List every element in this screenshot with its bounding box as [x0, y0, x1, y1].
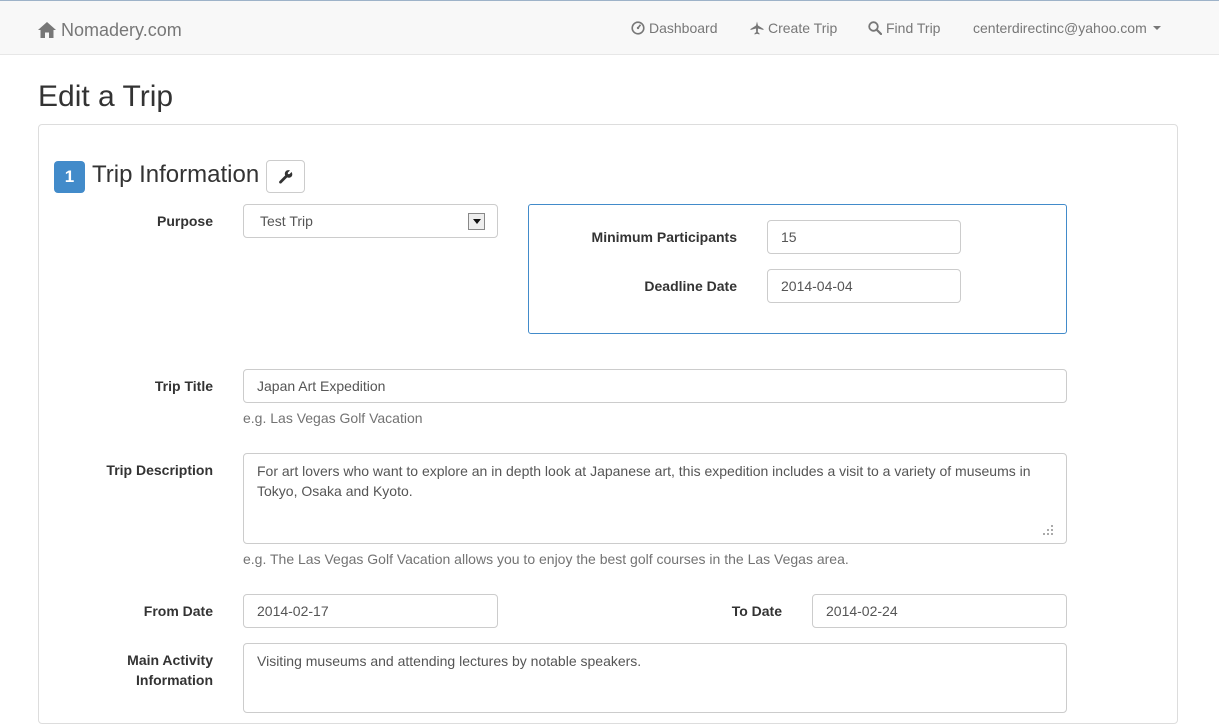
- min-participants-input[interactable]: 15: [767, 220, 961, 254]
- trip-description-help: e.g. The Las Vegas Golf Vacation allows …: [243, 551, 849, 567]
- trip-title-input[interactable]: Japan Art Expedition: [243, 369, 1067, 403]
- nav-find-trip-label: Find Trip: [886, 20, 941, 36]
- user-email: centerdirectinc@yahoo.com: [973, 20, 1147, 36]
- from-date-label: From Date: [143, 603, 213, 619]
- to-date-input[interactable]: 2014-02-24: [812, 594, 1067, 628]
- nav-create-trip[interactable]: Create Trip: [750, 18, 837, 38]
- nav-user-dropdown[interactable]: centerdirectinc@yahoo.com: [973, 18, 1161, 38]
- trip-title-label: Trip Title: [154, 378, 213, 394]
- trip-description-textarea[interactable]: For art lovers who want to explore an in…: [243, 453, 1067, 544]
- home-icon: [38, 22, 56, 38]
- navbar: Nomadery.com Dashboard Create Trip Find …: [0, 0, 1219, 55]
- nav-create-trip-label: Create Trip: [768, 20, 838, 36]
- deadline-date-label: Deadline Date: [644, 278, 737, 294]
- main-activity-label-line2: Information: [136, 672, 213, 688]
- main-activity-label: Main Activity Information: [80, 650, 213, 690]
- search-icon: [868, 21, 882, 35]
- trip-description-label: Trip Description: [106, 462, 213, 478]
- purpose-label: Purpose: [156, 213, 213, 229]
- main-activity-label-line1: Main Activity: [127, 652, 213, 668]
- nav-find-trip[interactable]: Find Trip: [868, 18, 940, 38]
- main-activity-textarea[interactable]: Visiting museums and attending lectures …: [243, 643, 1067, 713]
- main-activity-value: Visiting museums and attending lectures …: [257, 653, 642, 669]
- caret-down-icon: [1152, 26, 1161, 30]
- edit-section-button[interactable]: [266, 160, 305, 193]
- from-date-input[interactable]: 2014-02-17: [243, 594, 498, 628]
- trip-description-value: For art lovers who want to explore an in…: [257, 463, 1031, 499]
- deadline-date-input[interactable]: 2014-04-04: [767, 269, 961, 303]
- dropdown-arrow-icon[interactable]: [468, 213, 485, 230]
- nav-dashboard[interactable]: Dashboard: [631, 18, 718, 38]
- nav-dashboard-label: Dashboard: [649, 20, 718, 36]
- brand-label: Nomadery.com: [61, 19, 182, 40]
- trip-title-help: e.g. Las Vegas Golf Vacation: [243, 410, 423, 426]
- purpose-select[interactable]: Test Trip: [243, 204, 498, 238]
- wrench-icon: [279, 170, 293, 184]
- plane-icon: [750, 21, 764, 35]
- resize-grip-icon[interactable]: [1042, 525, 1054, 535]
- page-title: Edit a Trip: [38, 80, 174, 113]
- min-participants-label: Minimum Participants: [591, 229, 737, 245]
- section-title: Trip Information: [92, 161, 260, 188]
- purpose-select-value: Test Trip: [260, 213, 313, 229]
- brand-link[interactable]: Nomadery.com: [37, 18, 182, 42]
- step-number-badge: 1: [54, 161, 85, 193]
- to-date-label: To Date: [731, 603, 782, 619]
- dashboard-icon: [631, 21, 645, 35]
